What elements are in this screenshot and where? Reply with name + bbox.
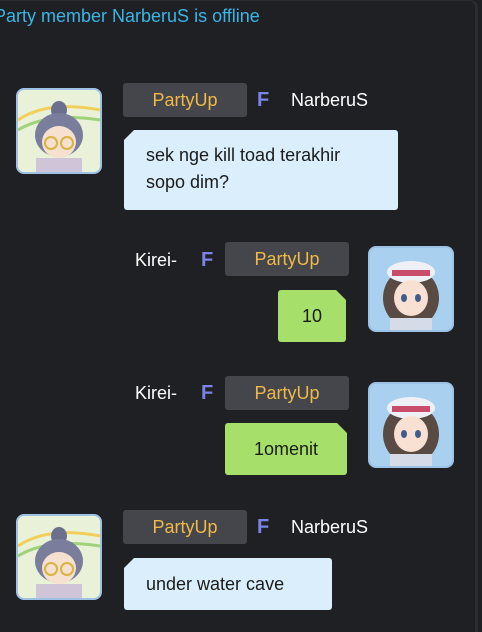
narberus-portrait-icon: [18, 90, 100, 172]
system-message: Party member NarberuS is offline: [0, 6, 260, 26]
friend-mark-icon: F: [257, 516, 270, 538]
channel-tag[interactable]: PartyUp: [225, 242, 349, 276]
avatar-kirei[interactable]: [368, 382, 454, 468]
sender-name[interactable]: NarberuS: [291, 90, 368, 111]
message-bubble: under water cave: [123, 557, 332, 610]
chat-panel[interactable]: Party member NarberuS is offline PartyUp…: [0, 0, 478, 632]
sender-name[interactable]: NarberuS: [291, 517, 368, 538]
channel-tag[interactable]: PartyUp: [225, 376, 349, 410]
channel-tag[interactable]: PartyUp: [123, 510, 247, 544]
friend-mark-icon: F: [257, 89, 270, 111]
message-bubble: 10: [278, 289, 347, 342]
sender-name[interactable]: Kirei-: [135, 383, 177, 404]
avatar-narberus[interactable]: [16, 514, 102, 600]
channel-tag[interactable]: PartyUp: [123, 83, 247, 117]
kirei-portrait-icon: [370, 384, 452, 466]
avatar-kirei[interactable]: [368, 246, 454, 332]
avatar-narberus[interactable]: [16, 88, 102, 174]
sender-name[interactable]: Kirei-: [135, 250, 177, 271]
message-bubble: sek nge kill toad terakhir sopo dim?: [123, 129, 398, 210]
friend-mark-icon: F: [201, 249, 214, 271]
friend-mark-icon: F: [201, 382, 214, 404]
narberus-portrait-icon: [18, 516, 100, 598]
message-bubble: 1omenit: [225, 422, 348, 475]
kirei-portrait-icon: [370, 248, 452, 330]
